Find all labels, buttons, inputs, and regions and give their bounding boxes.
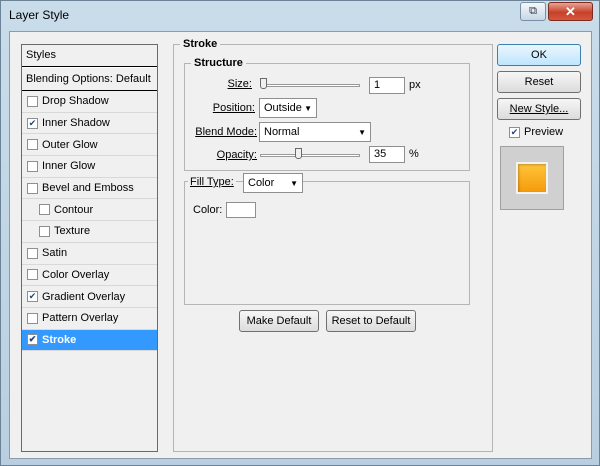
- styles-header[interactable]: Styles: [22, 45, 157, 67]
- color-swatch[interactable]: [226, 202, 256, 218]
- structure-group: Structure Size: 1 px Position: Outside ▼…: [184, 57, 470, 171]
- title-bar[interactable]: Layer Style ⧉ ✕: [1, 1, 599, 31]
- size-label-text: Size:: [227, 78, 252, 90]
- size-label: Size:: [185, 78, 252, 90]
- style-item-label: Stroke: [42, 333, 77, 346]
- checkbox-check-icon[interactable]: ✔: [509, 126, 520, 138]
- style-item-color-overlay[interactable]: Color Overlay: [22, 265, 157, 287]
- blend-mode-select[interactable]: Normal ▼: [259, 122, 371, 142]
- opacity-input[interactable]: 35: [369, 146, 405, 163]
- style-item-inner-shadow[interactable]: ✔ Inner Shadow: [22, 113, 157, 135]
- checkbox-icon[interactable]: [27, 139, 38, 151]
- dropdown-arrow-icon: ▼: [304, 103, 312, 113]
- opacity-slider[interactable]: [260, 154, 360, 157]
- dropdown-arrow-icon: ▼: [290, 178, 298, 188]
- preview-sample: [516, 162, 548, 194]
- opacity-label-text: Opacity:: [216, 149, 257, 161]
- position-select[interactable]: Outside ▼: [259, 98, 317, 118]
- new-style-button[interactable]: New Style...: [497, 98, 581, 120]
- blending-options-item[interactable]: Blending Options: Default: [22, 67, 157, 91]
- style-item-pattern-overlay[interactable]: Pattern Overlay: [22, 308, 157, 330]
- style-item-label: Pattern Overlay: [42, 312, 119, 325]
- style-item-label: Contour: [54, 203, 94, 216]
- checkbox-checked-icon[interactable]: ✔: [27, 117, 38, 129]
- checkbox-icon[interactable]: [27, 312, 38, 324]
- structure-title: Structure: [191, 57, 246, 69]
- layer-style-window: Layer Style ⧉ ✕ Styles Blending Options:…: [0, 0, 600, 466]
- opacity-label: Opacity:: [185, 149, 257, 161]
- style-item-label: Inner Glow: [42, 160, 96, 173]
- make-default-button[interactable]: Make Default: [239, 310, 319, 332]
- style-item-label: Satin: [42, 247, 68, 260]
- styles-panel: Styles Blending Options: Default Drop Sh…: [21, 44, 158, 452]
- help-icon: ⧉: [529, 5, 537, 17]
- blend-mode-label-text: Blend Mode:: [195, 126, 257, 138]
- style-item-label: Drop Shadow: [42, 95, 109, 108]
- close-button[interactable]: ✕: [548, 2, 593, 21]
- dropdown-arrow-icon: ▼: [358, 127, 366, 137]
- style-item-satin[interactable]: Satin: [22, 243, 157, 265]
- position-label-text: Position:: [212, 102, 255, 114]
- checkbox-checked-icon[interactable]: ✔: [27, 291, 38, 303]
- window-title: Layer Style: [9, 8, 70, 22]
- style-item-inner-glow[interactable]: Inner Glow: [22, 156, 157, 178]
- style-item-bevel-and-emboss[interactable]: Bevel and Emboss: [22, 178, 157, 200]
- size-input[interactable]: 1: [369, 77, 405, 94]
- style-item-gradient-overlay[interactable]: ✔ Gradient Overlay: [22, 286, 157, 308]
- fill-type-value: Color: [248, 177, 275, 189]
- preview-label: Preview: [524, 126, 564, 138]
- style-item-outer-glow[interactable]: Outer Glow: [22, 134, 157, 157]
- style-item-label: Texture: [54, 225, 91, 238]
- reset-to-default-button[interactable]: Reset to Default: [326, 310, 416, 332]
- size-slider-thumb-icon[interactable]: [260, 78, 267, 89]
- help-button[interactable]: ⧉: [520, 2, 546, 21]
- size-slider[interactable]: [260, 84, 360, 87]
- style-list: Drop Shadow ✔ Inner Shadow Outer Glow Inner …: [22, 91, 157, 352]
- stroke-group-title: Stroke: [180, 38, 221, 50]
- opacity-slider-thumb-icon[interactable]: [295, 148, 302, 159]
- color-label: Color:: [193, 204, 223, 216]
- ok-button[interactable]: OK: [497, 44, 581, 66]
- style-item-texture[interactable]: Texture: [22, 221, 157, 243]
- fill-type-label: Fill Type:: [188, 176, 236, 188]
- fill-type-label-text: Fill Type:: [190, 176, 234, 188]
- style-item-stroke[interactable]: ✔ Stroke: [22, 329, 157, 352]
- new-style-label: New Style...: [509, 103, 569, 115]
- fill-group: Fill Type: Color ▼ Color:: [184, 173, 470, 305]
- preview-thumbnail: [500, 146, 564, 210]
- stroke-group: Stroke Structure Size: 1 px Position: Ou…: [173, 38, 493, 452]
- style-item-contour[interactable]: Contour: [22, 199, 157, 222]
- fill-type-select[interactable]: Color ▼: [243, 173, 303, 193]
- reset-button[interactable]: Reset: [497, 71, 581, 93]
- checkbox-icon[interactable]: [39, 225, 50, 237]
- style-item-drop-shadow[interactable]: Drop Shadow: [22, 91, 157, 113]
- position-label: Position:: [185, 102, 255, 114]
- style-item-label: Gradient Overlay: [42, 290, 126, 303]
- blend-mode-label: Blend Mode:: [185, 126, 257, 138]
- blend-mode-value: Normal: [264, 126, 300, 138]
- size-unit: px: [409, 79, 421, 91]
- checkbox-icon[interactable]: [27, 247, 38, 259]
- style-item-label: Color Overlay: [42, 268, 110, 281]
- checkbox-icon[interactable]: [39, 204, 50, 216]
- dialog-client-area: Styles Blending Options: Default Drop Sh…: [9, 31, 592, 459]
- checkbox-icon[interactable]: [27, 182, 38, 194]
- checkbox-checked-icon[interactable]: ✔: [27, 334, 38, 346]
- preview-toggle[interactable]: ✔ Preview: [509, 126, 563, 138]
- opacity-unit: %: [409, 148, 419, 160]
- checkbox-icon[interactable]: [27, 95, 38, 107]
- style-item-label: Bevel and Emboss: [42, 182, 134, 195]
- checkbox-icon[interactable]: [27, 269, 38, 281]
- position-value: Outside: [264, 102, 302, 114]
- style-item-label: Outer Glow: [42, 138, 98, 151]
- style-item-label: Inner Shadow: [42, 117, 110, 130]
- close-icon: ✕: [565, 3, 576, 19]
- checkbox-icon[interactable]: [27, 160, 38, 172]
